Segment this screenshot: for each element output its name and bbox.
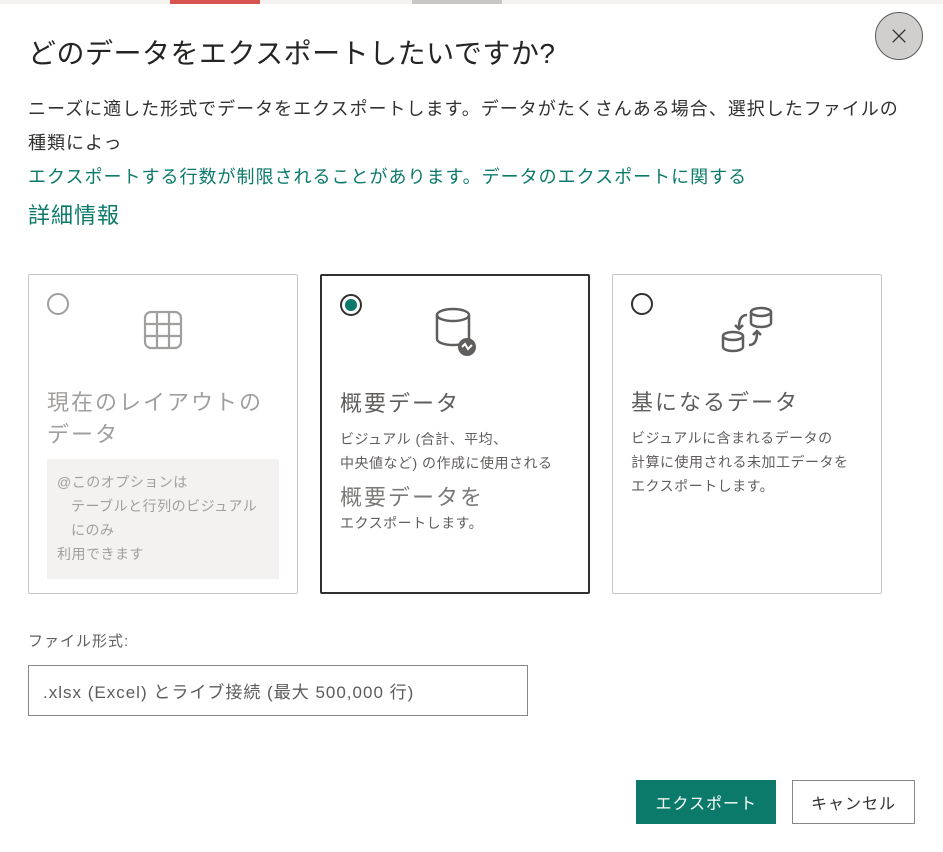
export-button[interactable]: エクスポート <box>636 780 776 824</box>
note-line: @このオプションは <box>57 474 188 490</box>
text-line: 計算に使用される未加工データを <box>631 454 849 470</box>
option-mid-title: 概要データを <box>340 480 570 512</box>
option-title: 概要データ <box>340 386 570 418</box>
database-sync-icon <box>631 301 863 359</box>
description-link-more-info[interactable]: 詳細情報 <box>28 203 120 228</box>
option-description: ビジュアルに含まれるデータの 計算に使用される未加工データを エクスポートします… <box>631 427 863 498</box>
export-options-group: 現在のレイアウトのデータ @このオプションは テーブルと行列のビジュアルにのみ … <box>28 274 915 594</box>
grid-icon <box>47 301 279 359</box>
description-link-part1[interactable]: エクスポートする行数が制限されることがあります。データのエクスポートに関する <box>28 167 747 187</box>
text-line: ビジュアル (合計、平均、 <box>340 431 508 447</box>
text-line: エクスポートします。 <box>631 478 774 494</box>
option-disabled-note: @このオプションは テーブルと行列のビジュアルにのみ 利用できます <box>47 459 279 578</box>
option-card-underlying-data[interactable]: 基になるデータ ビジュアルに含まれるデータの 計算に使用される未加工データを エ… <box>612 274 882 594</box>
note-line: 利用できます <box>57 546 144 562</box>
database-activity-icon <box>340 302 570 360</box>
close-icon <box>890 27 908 45</box>
option-description: ビジュアル (合計、平均、 中央値など) の作成に使用される <box>340 428 570 476</box>
note-line: テーブルと行列のビジュアルにのみ <box>57 495 269 543</box>
option-card-summary-data[interactable]: 概要データ ビジュアル (合計、平均、 中央値など) の作成に使用される 概要デ… <box>320 274 590 594</box>
text-line: ビジュアルに含まれるデータの <box>631 430 833 446</box>
file-format-select[interactable]: .xlsx (Excel) とライブ接続 (最大 500,000 行) <box>28 665 528 716</box>
option-description-tail: エクスポートします。 <box>340 512 570 536</box>
description-text: ニーズに適した形式でデータをエクスポートします。データがたくさんある場合、選択し… <box>28 99 899 153</box>
dialog-title: どのデータをエクスポートしたいですか? <box>28 32 915 72</box>
dialog-description: ニーズに適した形式でデータをエクスポートします。データがたくさんある場合、選択し… <box>28 92 915 236</box>
option-title: 基になるデータ <box>631 385 863 417</box>
option-title: 現在のレイアウトのデータ <box>47 385 279 449</box>
file-format-label: ファイル形式: <box>28 630 915 651</box>
dialog-footer: エクスポート キャンセル <box>28 780 915 824</box>
close-button[interactable] <box>875 12 923 60</box>
option-card-current-layout: 現在のレイアウトのデータ @このオプションは テーブルと行列のビジュアルにのみ … <box>28 274 298 594</box>
text-line: 中央値など) の作成に使用される <box>340 455 553 471</box>
cancel-button[interactable]: キャンセル <box>792 780 915 824</box>
window-top-stripe <box>0 0 943 4</box>
